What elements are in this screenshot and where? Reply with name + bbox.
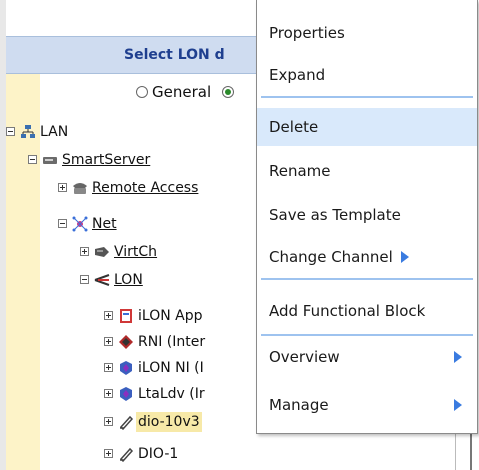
menu-separator xyxy=(261,334,473,336)
menu-item-change-channel[interactable]: Change Channel xyxy=(257,238,477,276)
tree-node-rni[interactable]: RNI (Inter xyxy=(104,332,264,352)
tree-label: LON xyxy=(114,272,143,288)
menu-item-label: Properties xyxy=(269,24,345,42)
network-icon xyxy=(21,125,35,138)
net-icon xyxy=(72,216,88,232)
tree-label: iLON NI (I xyxy=(138,360,204,376)
menu-item-label: Delete xyxy=(269,118,319,136)
server-icon xyxy=(43,157,57,164)
tree-node-ilon-app[interactable]: iLON App xyxy=(104,306,264,326)
tree-label: Net xyxy=(92,216,117,232)
collapse-toggle[interactable] xyxy=(28,155,37,164)
panel-title: Select LON d xyxy=(124,47,225,63)
context-menu: Properties Expand Delete Rename Save as … xyxy=(256,0,478,434)
view-radio-group: General xyxy=(136,83,238,101)
tree-node-dio-10v3[interactable]: dio-10v3 xyxy=(104,412,264,432)
radio-general-label: General xyxy=(152,83,212,101)
tree-node-net[interactable]: Net xyxy=(58,214,258,234)
virtual-channel-icon xyxy=(95,247,109,257)
expand-toggle[interactable] xyxy=(104,389,113,398)
network-interface-icon xyxy=(120,387,132,401)
submenu-arrow-icon xyxy=(401,251,409,263)
expand-toggle[interactable] xyxy=(104,363,113,372)
expand-toggle[interactable] xyxy=(104,337,113,346)
menu-item-label: Expand xyxy=(269,66,326,84)
menu-item-manage[interactable]: Manage xyxy=(257,386,477,424)
tree-label: Remote Access xyxy=(92,180,199,196)
menu-item-save-as-template[interactable]: Save as Template xyxy=(257,196,477,234)
tree-label: LtaLdv (Ir xyxy=(138,386,205,402)
menu-item-expand[interactable]: Expand xyxy=(257,56,477,94)
collapse-toggle[interactable] xyxy=(6,127,15,136)
tree-node-smartserver[interactable]: SmartServer xyxy=(28,150,228,170)
menu-item-add-functional-block[interactable]: Add Functional Block xyxy=(257,292,477,330)
rni-device-icon xyxy=(119,335,133,349)
menu-separator xyxy=(261,278,473,280)
expand-toggle[interactable] xyxy=(80,247,89,256)
tree-label: DIO-1 xyxy=(138,446,179,462)
application-icon xyxy=(120,309,132,323)
tree-node-remote-access[interactable]: Remote Access xyxy=(58,178,258,198)
menu-item-label: Rename xyxy=(269,162,331,180)
radio-general[interactable] xyxy=(136,86,148,98)
menu-item-properties[interactable]: Properties xyxy=(257,14,477,52)
menu-item-label: Add Functional Block xyxy=(269,302,426,320)
tree-node-dio-1[interactable]: DIO-1 xyxy=(104,444,264,464)
menu-item-label: Save as Template xyxy=(269,206,401,224)
tree-node-ltaldv[interactable]: LtaLdv (Ir xyxy=(104,384,264,404)
tree-label: LAN xyxy=(40,124,69,140)
tree-node-lan[interactable]: LAN xyxy=(6,122,126,142)
expand-toggle[interactable] xyxy=(104,311,113,320)
tree-label: RNI (Inter xyxy=(138,334,206,350)
telephone-icon xyxy=(73,183,87,194)
collapse-toggle[interactable] xyxy=(80,275,89,284)
submenu-arrow-icon xyxy=(454,399,462,411)
tree-node-virtch[interactable]: VirtCh xyxy=(80,242,260,262)
lon-channel-icon xyxy=(94,274,110,286)
tree-node-ilon-ni[interactable]: iLON NI (I xyxy=(104,358,264,378)
panel-header: Select LON d xyxy=(6,36,256,74)
menu-item-label: Change Channel xyxy=(269,248,393,266)
menu-item-label: Overview xyxy=(269,348,340,366)
menu-item-delete[interactable]: Delete xyxy=(257,108,477,146)
submenu-arrow-icon xyxy=(454,351,462,363)
tree-label: SmartServer xyxy=(62,152,151,168)
tree-label-selected: dio-10v3 xyxy=(136,412,202,432)
tree-label: VirtCh xyxy=(114,244,158,260)
tree-node-lon[interactable]: LON xyxy=(80,270,260,290)
io-device-icon xyxy=(119,447,134,462)
menu-item-label: Manage xyxy=(269,396,329,414)
radio-selected[interactable] xyxy=(221,86,234,98)
device-tree-panel: Select LON d General LAN SmartServer Rem… xyxy=(6,0,256,470)
network-interface-icon xyxy=(120,361,132,375)
menu-separator xyxy=(261,96,473,98)
expand-toggle[interactable] xyxy=(104,417,113,426)
expand-toggle[interactable] xyxy=(58,183,67,192)
tree-label: iLON App xyxy=(138,308,203,324)
menu-item-overview[interactable]: Overview xyxy=(257,338,477,376)
menu-item-rename[interactable]: Rename xyxy=(257,152,477,190)
expand-toggle[interactable] xyxy=(104,449,113,458)
io-device-icon xyxy=(119,415,134,430)
collapse-toggle[interactable] xyxy=(58,219,67,228)
